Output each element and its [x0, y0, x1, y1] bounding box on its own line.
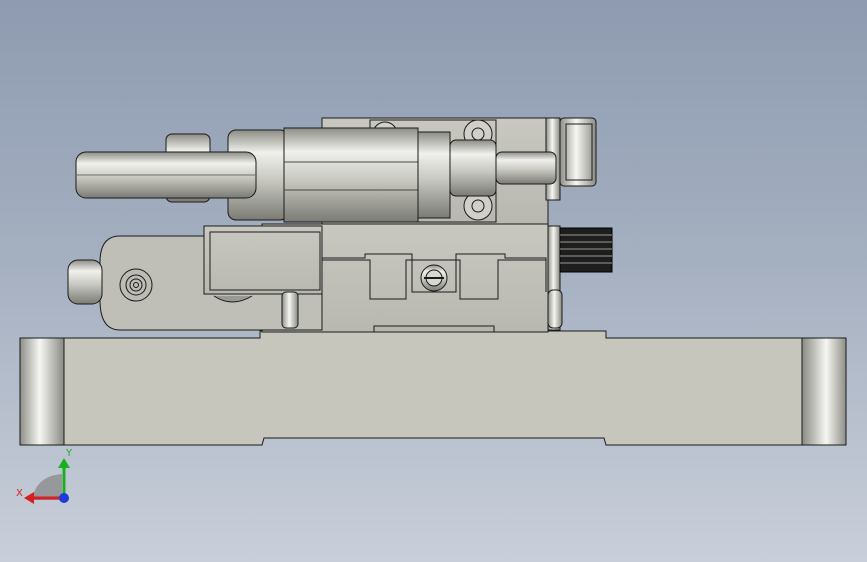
coordinate-triad: X Y — [16, 448, 73, 504]
base-plate[interactable] — [19, 330, 847, 446]
x-axis-arrow — [24, 492, 34, 504]
graphics-viewport[interactable]: X Y — [0, 0, 867, 562]
z-axis-dot — [59, 493, 69, 503]
knurled-pinion[interactable] — [547, 225, 613, 331]
x-axis-label: X — [16, 488, 23, 499]
y-axis-label: Y — [65, 448, 73, 459]
y-axis-arrow — [58, 458, 70, 468]
cad-model-front-view[interactable] — [0, 0, 867, 562]
left-adjuster-block[interactable] — [67, 225, 323, 331]
